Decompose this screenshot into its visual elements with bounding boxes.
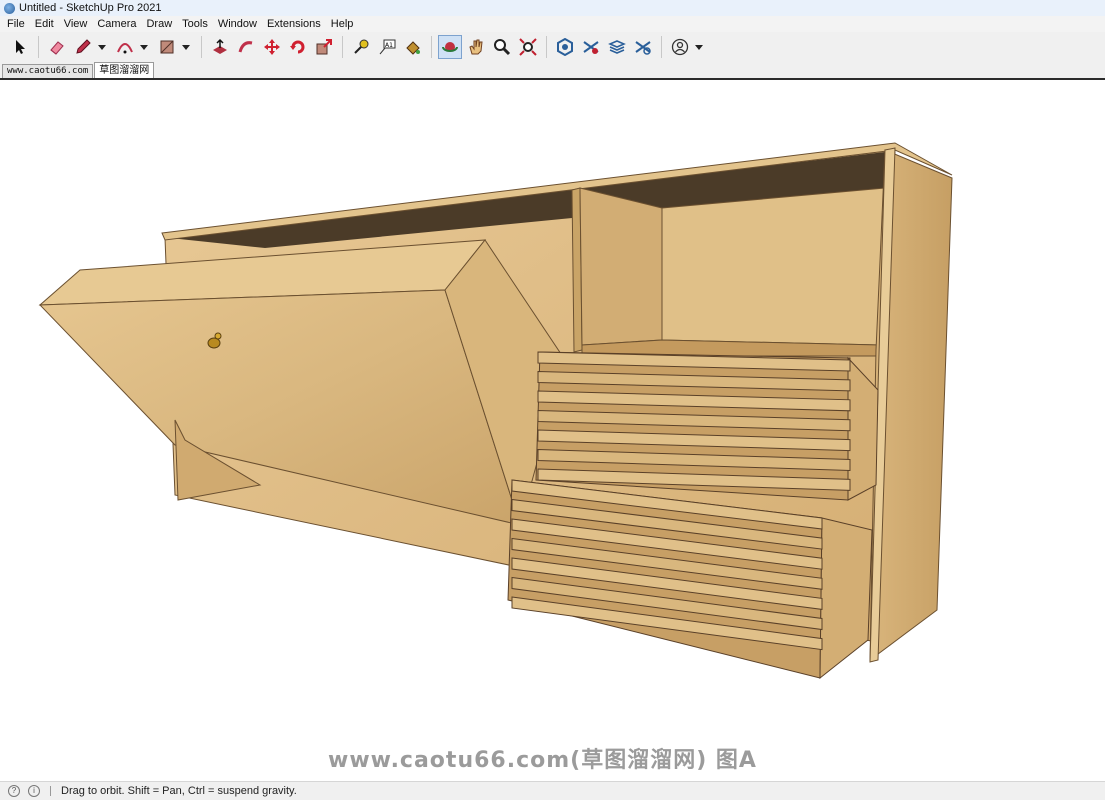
select-tool-button[interactable] <box>8 35 32 59</box>
arrow-cursor-icon <box>16 40 25 54</box>
geolocation-icon[interactable]: ? <box>8 785 20 797</box>
orbit-tool-button[interactable] <box>438 35 462 59</box>
menu-draw[interactable]: Draw <box>141 18 177 30</box>
scene-tab-site[interactable]: 草图溜溜网 <box>94 62 155 78</box>
menu-tools[interactable]: Tools <box>177 18 213 30</box>
scene-tab-url[interactable]: www.caotu66.com <box>2 64 94 78</box>
layout-send-button[interactable] <box>605 35 629 59</box>
toolbar-separator <box>431 36 432 58</box>
sketchup-app-icon <box>4 2 15 14</box>
magnifier-icon <box>494 39 511 56</box>
move-tool-button[interactable] <box>260 35 284 59</box>
warehouse-icon <box>557 38 573 56</box>
model-viewport[interactable]: www.caotu66.com(草图溜溜网) 图A <box>0 80 1105 780</box>
paint-bucket-icon <box>406 41 420 55</box>
extension-manager-button[interactable] <box>631 35 655 59</box>
pencil-tool-dropdown[interactable] <box>97 35 107 59</box>
account-dropdown[interactable] <box>694 35 704 59</box>
toolbar-separator <box>38 36 39 58</box>
push-pull-icon <box>213 38 227 54</box>
tape-measure-icon <box>354 39 369 54</box>
menu-camera[interactable]: Camera <box>92 18 141 30</box>
extension-warehouse-icon <box>583 41 599 54</box>
eraser-icon <box>50 41 64 55</box>
tape-measure-tool-button[interactable] <box>349 35 373 59</box>
status-separator <box>50 786 51 796</box>
menu-help[interactable]: Help <box>326 18 359 30</box>
title-bar: Untitled - SketchUp Pro 2021 <box>0 0 1105 16</box>
toolbar-separator <box>546 36 547 58</box>
extension-warehouse-button[interactable] <box>579 35 603 59</box>
status-message: Drag to orbit. Shift = Pan, Ctrl = suspe… <box>61 785 297 797</box>
compartment-back-panel <box>661 187 886 346</box>
rectangle-icon <box>160 40 174 54</box>
layers-icon <box>608 40 626 54</box>
scale-tool-button[interactable] <box>312 35 336 59</box>
user-icon <box>671 38 689 56</box>
push-pull-tool-button[interactable] <box>208 35 232 59</box>
svg-text:A1: A1 <box>385 42 393 49</box>
zoom-extents-tool-button[interactable] <box>516 35 540 59</box>
text-tool-button[interactable]: A1 <box>375 35 399 59</box>
move-icon <box>264 39 280 55</box>
account-button[interactable] <box>668 35 692 59</box>
menu-window[interactable]: Window <box>213 18 262 30</box>
rotate-tool-button[interactable] <box>286 35 310 59</box>
zoom-tool-button[interactable] <box>490 35 514 59</box>
follow-me-icon <box>238 41 253 53</box>
pencil-tool-button[interactable] <box>71 35 95 59</box>
toolbar-separator <box>661 36 662 58</box>
pencil-icon <box>76 39 91 54</box>
compartment-side-panel <box>579 187 663 346</box>
3d-warehouse-button[interactable] <box>553 35 577 59</box>
info-icon[interactable]: i <box>28 785 40 797</box>
rotate-icon <box>290 40 305 54</box>
menu-file[interactable]: File <box>2 18 30 30</box>
scene-tabs: www.caotu66.com 草图溜溜网 <box>0 62 1105 78</box>
rectangle-tool-button[interactable] <box>155 35 179 59</box>
text-icon: A1 <box>379 39 396 55</box>
window-title: Untitled - SketchUp Pro 2021 <box>19 2 162 14</box>
follow-me-tool-button[interactable] <box>234 35 258 59</box>
pan-tool-button[interactable] <box>464 35 488 59</box>
paint-bucket-tool-button[interactable] <box>401 35 425 59</box>
hand-icon <box>469 39 483 55</box>
eraser-tool-button[interactable] <box>45 35 69 59</box>
menu-extensions[interactable]: Extensions <box>262 18 326 30</box>
arc-tool-button[interactable] <box>113 35 137 59</box>
zoom-extents-icon <box>519 38 537 56</box>
arc-icon <box>117 43 133 54</box>
menu-view[interactable]: View <box>59 18 93 30</box>
toolbar-separator <box>201 36 202 58</box>
status-bar: ? i Drag to orbit. Shift = Pan, Ctrl = s… <box>0 781 1105 800</box>
toolbar-separator <box>342 36 343 58</box>
scale-icon <box>316 39 332 55</box>
menu-edit[interactable]: Edit <box>30 18 59 30</box>
arc-tool-dropdown[interactable] <box>139 35 149 59</box>
extension-manager-icon <box>635 41 651 55</box>
main-toolbar: A1 <box>0 32 1105 62</box>
orbit-icon <box>442 42 458 52</box>
menu-bar: File Edit View Camera Draw Tools Window … <box>0 16 1105 32</box>
rectangle-tool-dropdown[interactable] <box>181 35 191 59</box>
watermark-text: www.caotu66.com(草图溜溜网) 图A <box>328 748 757 773</box>
murphy-bed-cabinet-model <box>38 142 953 680</box>
